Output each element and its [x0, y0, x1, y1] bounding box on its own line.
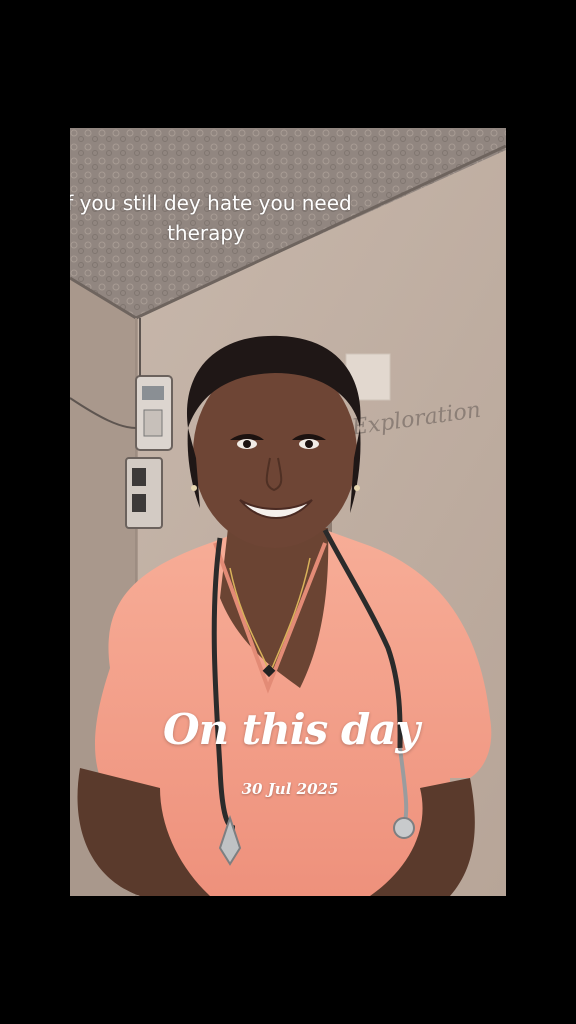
video-caption: If you still dey hate you need therapy — [70, 191, 352, 245]
video-frame[interactable]: Exploration If you still dey hate you ne… — [70, 128, 506, 896]
screen: Exploration If you still dey hate you ne… — [0, 0, 576, 1024]
memory-date: 30 Jul 2025 — [241, 780, 339, 798]
on-this-day-title: On this day — [163, 705, 420, 754]
